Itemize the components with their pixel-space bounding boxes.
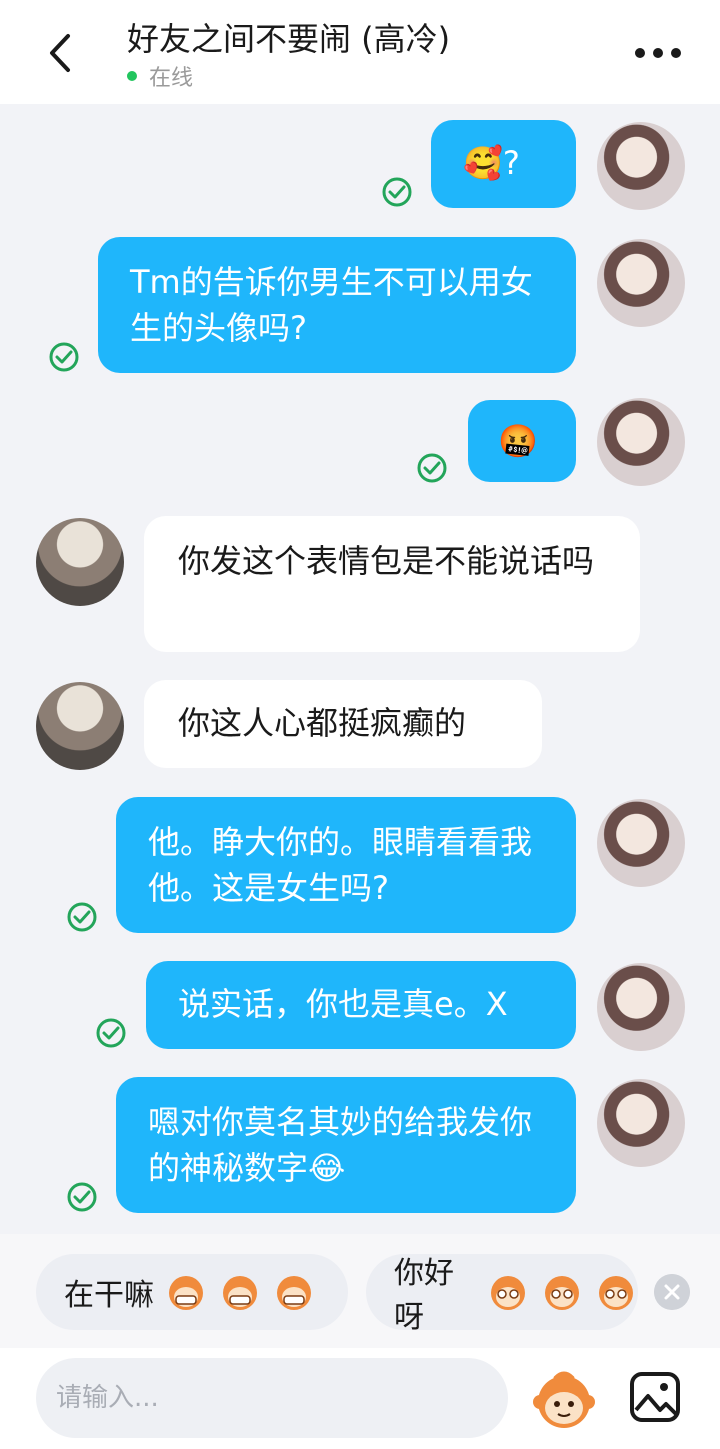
monkey-sticker-icon <box>545 1276 579 1310</box>
back-arrow-icon[interactable] <box>38 28 88 78</box>
my-avatar[interactable] <box>597 122 685 210</box>
read-check-icon <box>382 177 412 207</box>
read-check-icon <box>417 453 447 483</box>
quick-reply-chip[interactable]: 你好呀 <box>366 1254 638 1330</box>
message-row: 🤬 <box>0 398 720 490</box>
online-status-label: 在线 <box>149 66 194 91</box>
message-bubble[interactable]: 🥰? <box>431 120 576 208</box>
input-bar <box>0 1348 720 1449</box>
message-bubble[interactable]: Tm的告诉你男生不可以用女生的头像吗? <box>98 237 576 373</box>
chat-title: 好友之间不要闹 (高冷) <box>127 20 451 58</box>
read-check-icon <box>67 1182 97 1212</box>
my-avatar[interactable] <box>597 1079 685 1167</box>
my-avatar[interactable] <box>597 398 685 486</box>
chat-header: 好友之间不要闹 (高冷) 在线 <box>0 0 720 104</box>
friend-avatar[interactable] <box>36 518 124 606</box>
message-row: 你发这个表情包是不能说话吗 <box>0 516 720 656</box>
quick-reply-bar: 在干嘛 你好呀 <box>0 1234 720 1348</box>
message-bubble[interactable]: 你发这个表情包是不能说话吗 <box>144 516 640 652</box>
friend-avatar[interactable] <box>36 682 124 770</box>
monkey-sticker-button-icon[interactable] <box>530 1366 598 1434</box>
read-check-icon <box>67 902 97 932</box>
message-row: 嗯对你莫名其妙的给我发你的神秘数字😂 <box>0 1077 720 1217</box>
monkey-sticker-icon <box>223 1276 257 1310</box>
message-row: Tm的告诉你男生不可以用女生的头像吗? <box>0 237 720 377</box>
message-list[interactable]: 🥰? Tm的告诉你男生不可以用女生的头像吗? 🤬 你发这个表情包是不能说话吗 你… <box>0 104 720 1234</box>
monkey-sticker-icon <box>169 1276 203 1310</box>
monkey-sticker-icon <box>277 1276 311 1310</box>
online-status: 在线 <box>127 60 193 92</box>
more-options-icon[interactable] <box>630 36 686 70</box>
my-avatar[interactable] <box>597 963 685 1051</box>
my-avatar[interactable] <box>597 239 685 327</box>
close-quick-replies-icon[interactable] <box>654 1274 690 1310</box>
quick-reply-label: 在干嘛 <box>64 1278 154 1313</box>
my-avatar[interactable] <box>597 799 685 887</box>
read-check-icon <box>49 342 79 372</box>
image-picker-icon[interactable] <box>628 1370 682 1424</box>
online-dot-icon <box>127 71 137 81</box>
quick-reply-label: 你好呀 <box>394 1256 454 1330</box>
message-bubble[interactable]: 嗯对你莫名其妙的给我发你的神秘数字😂 <box>116 1077 576 1213</box>
message-row: 他。睁大你的。眼睛看看我他。这是女生吗? <box>0 797 720 937</box>
message-bubble[interactable]: 你这人心都挺疯癫的 <box>144 680 542 768</box>
message-bubble[interactable]: 🤬 <box>468 400 576 482</box>
message-row: 🥰? <box>0 120 720 212</box>
message-row: 说实话，你也是真e。X <box>0 961 720 1053</box>
message-bubble[interactable]: 他。睁大你的。眼睛看看我他。这是女生吗? <box>116 797 576 933</box>
message-bubble[interactable]: 说实话，你也是真e。X <box>146 961 576 1049</box>
monkey-sticker-icon <box>599 1276 633 1310</box>
message-row: 你这人心都挺疯癫的 <box>0 680 720 770</box>
monkey-sticker-icon <box>491 1276 525 1310</box>
read-check-icon <box>96 1018 126 1048</box>
message-input[interactable] <box>36 1358 508 1438</box>
quick-reply-chip[interactable]: 在干嘛 <box>36 1254 348 1330</box>
